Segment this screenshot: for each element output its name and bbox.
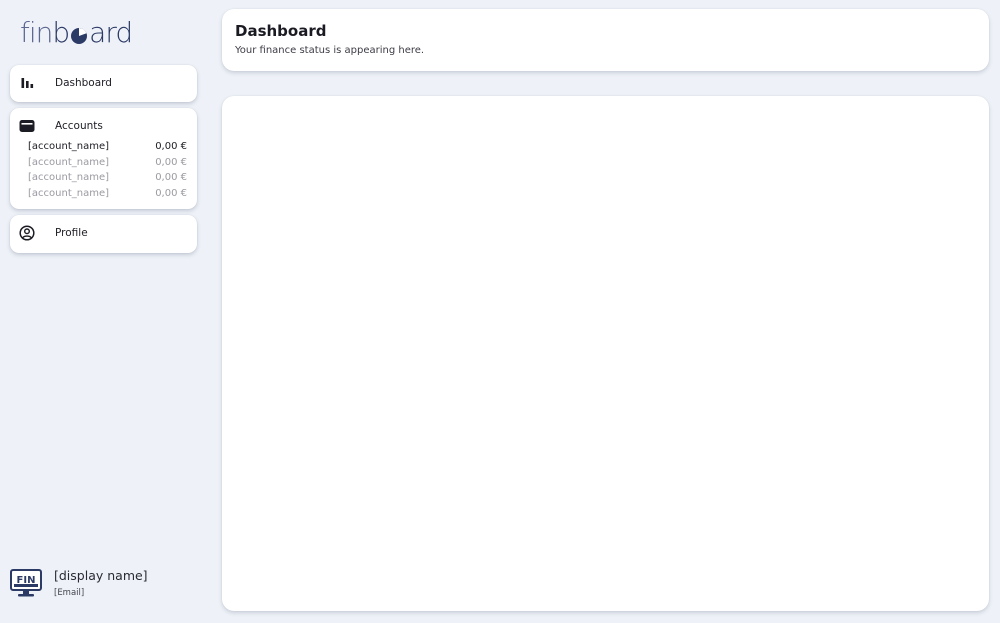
logo-text-ard: ard <box>89 16 133 49</box>
account-balance: 0,00 € <box>155 188 187 200</box>
nav-profile[interactable]: Profile <box>10 215 197 253</box>
bar-chart-icon <box>18 74 36 92</box>
avatar: FIN <box>10 569 42 597</box>
account-item[interactable]: [account_name] 0,00 € <box>28 139 187 155</box>
page-header: Dashboard Your finance status is appeari… <box>222 9 989 71</box>
user-display-name: [display name] <box>54 568 148 583</box>
account-name: [account_name] <box>28 188 110 200</box>
page-subtitle: Your finance status is appearing here. <box>235 45 425 56</box>
logo-text-fin: fin <box>20 16 53 49</box>
user-info[interactable]: FIN [display name] [Email] <box>10 566 200 602</box>
user-circle-icon <box>18 224 36 242</box>
account-name: [account_name] <box>28 141 110 152</box>
nav-profile-label: Profile <box>55 227 88 239</box>
user-email: [Email] <box>54 588 85 598</box>
wallet-icon <box>18 117 36 135</box>
pie-chart-logo-icon <box>71 27 88 44</box>
nav-accounts: Accounts [account_name] 0,00 € [account_… <box>10 108 197 209</box>
account-balance: 0,00 € <box>155 172 187 184</box>
account-name: [account_name] <box>28 172 110 184</box>
account-item[interactable]: [account_name] 0,00 € <box>28 155 187 171</box>
page-title: Dashboard <box>235 22 327 40</box>
main-content <box>222 96 989 611</box>
nav-accounts-label: Accounts <box>55 120 103 132</box>
account-name: [account_name] <box>28 156 110 168</box>
account-balance: 0,00 € <box>155 156 187 168</box>
nav-dashboard[interactable]: Dashboard <box>10 65 197 102</box>
app-root: finb ard Dashboard Accounts [account_nam… <box>0 0 1000 623</box>
sidebar: finb ard Dashboard Accounts [account_nam… <box>0 0 210 623</box>
logo[interactable]: finb ard <box>20 14 133 50</box>
account-item[interactable]: [account_name] 0,00 € <box>28 170 187 186</box>
nav-dashboard-label: Dashboard <box>55 77 112 89</box>
account-item[interactable]: [account_name] 0,00 € <box>28 186 187 202</box>
accounts-list: [account_name] 0,00 € [account_name] 0,0… <box>10 139 197 202</box>
logo-text-b: b <box>52 16 70 49</box>
account-balance: 0,00 € <box>155 141 187 152</box>
